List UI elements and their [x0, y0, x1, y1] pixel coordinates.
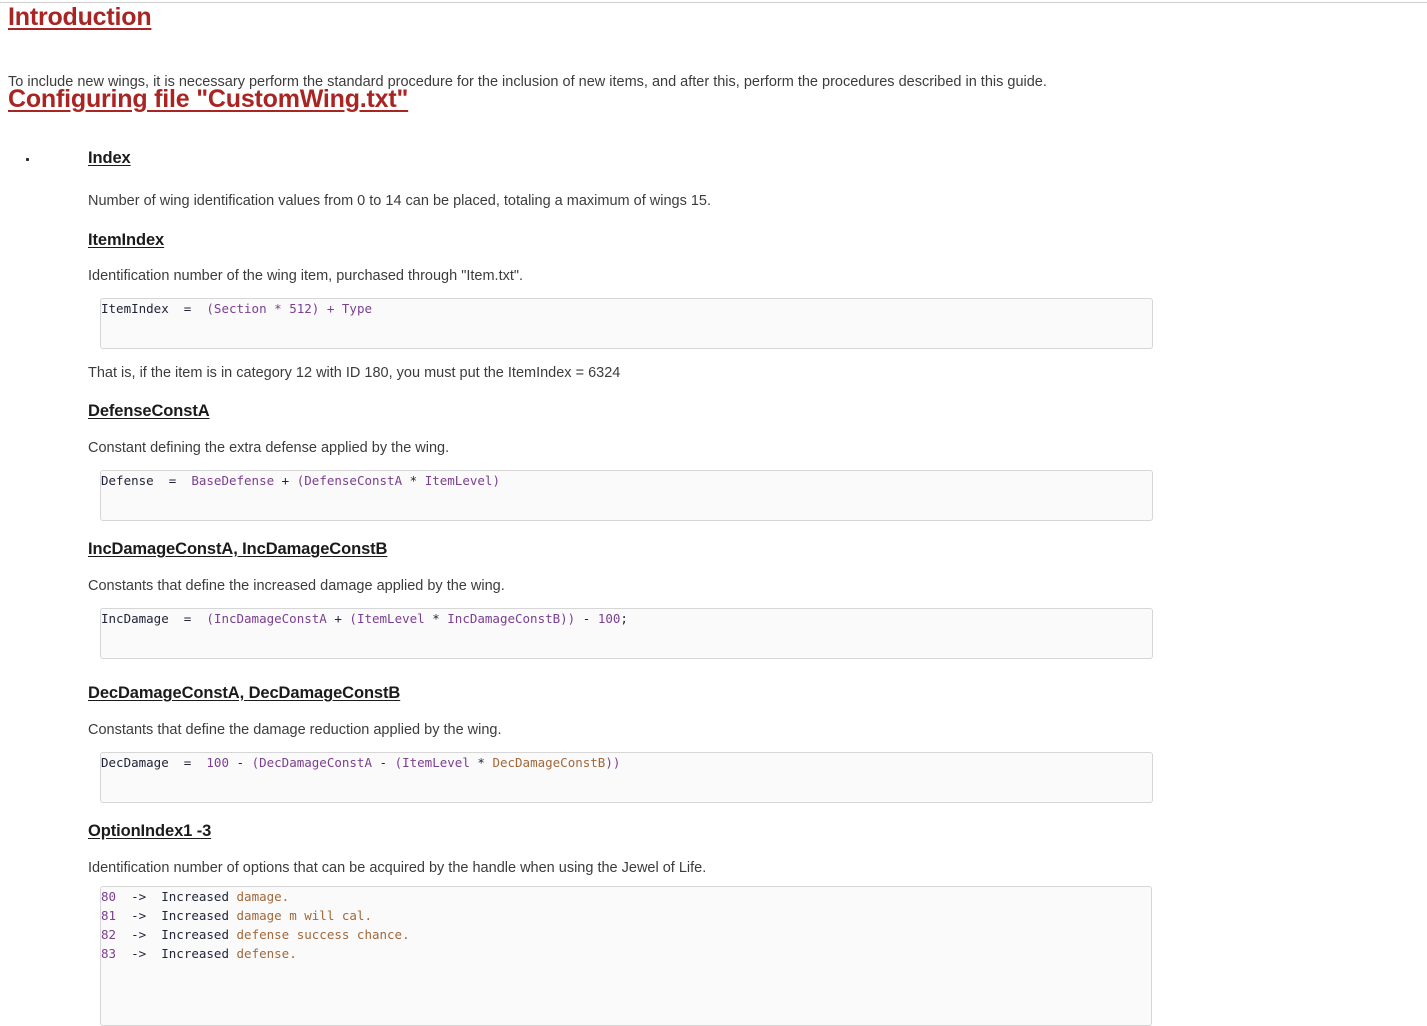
- option-rest-1: damage m will cal.: [236, 908, 372, 923]
- code-token-type: Type: [341, 301, 373, 316]
- code-token-plus: +: [334, 611, 342, 626]
- code-token-decdamageconsta: DecDamageConstA: [259, 755, 372, 770]
- code-token-close-parens: )): [560, 611, 576, 626]
- code-token-basedefense: BaseDefense: [191, 473, 275, 488]
- option-rest-2: defense success chance.: [236, 927, 410, 942]
- code-token-itemlevel: ItemLevel: [424, 473, 493, 488]
- code-token-incdamageconsta: IncDamageConstA: [213, 611, 327, 626]
- option-verb-0: Increased: [161, 889, 229, 904]
- code-token-multiply: *: [477, 755, 485, 770]
- code-token-number: 100: [597, 611, 621, 626]
- code-token-plus: +: [326, 301, 335, 316]
- section-description-index: Number of wing identification values fro…: [88, 193, 712, 209]
- code-token-section: Section: [213, 301, 267, 316]
- code-block-optionindex: 80 -> Increased damage. 81 -> Increased …: [100, 886, 1152, 1026]
- code-token-close-paren: ): [311, 301, 320, 316]
- option-arrow-2: ->: [131, 927, 147, 942]
- code-token-minus: -: [582, 611, 591, 626]
- code-token-lhs: DecDamage: [101, 755, 169, 770]
- option-rest-3: defense.: [236, 946, 297, 961]
- section-note-itemindex: That is, if the item is in category 12 w…: [88, 365, 621, 381]
- code-token-number: 512: [289, 301, 312, 316]
- option-arrow-1: ->: [131, 908, 147, 923]
- option-verb-3: Increased: [161, 946, 229, 961]
- code-token-open-paren-2: (: [349, 611, 357, 626]
- page-title-configuring-file: Configuring file "CustomWing.txt": [8, 85, 409, 113]
- section-description-itemindex: Identification number of the wing item, …: [88, 268, 524, 284]
- code-token-plus: +: [281, 473, 290, 488]
- code-token-open-paren-1: (: [206, 611, 214, 626]
- section-heading-index: Index: [88, 149, 131, 167]
- code-token-decdamageconstb: DecDamageConstB: [492, 755, 606, 770]
- option-arrow-3: ->: [131, 946, 147, 961]
- code-token-multiply: *: [409, 473, 418, 488]
- code-token-multiply: *: [274, 301, 282, 316]
- option-verb-2: Increased: [161, 927, 229, 942]
- page-title-introduction: Introduction: [8, 3, 152, 31]
- code-token-defenseconsta: DefenseConstA: [304, 473, 403, 488]
- document-page: Introduction To include new wings, it is…: [0, 0, 1427, 1026]
- section-heading-incdamage: IncDamageConstA, IncDamageConstB: [88, 540, 388, 558]
- option-arrow-0: ->: [131, 889, 147, 904]
- code-token-equals: =: [183, 611, 192, 626]
- code-token-equals: =: [183, 301, 192, 316]
- code-token-close-paren: ): [492, 473, 500, 488]
- option-code-1: 81: [101, 908, 117, 923]
- section-description-defenseconsta: Constant defining the extra defense appl…: [88, 440, 450, 456]
- code-token-itemlevel: ItemLevel: [402, 755, 470, 770]
- code-token-semicolon: ;: [620, 611, 628, 626]
- section-heading-decdamage: DecDamageConstA, DecDamageConstB: [88, 684, 401, 702]
- code-token-lhs: IncDamage: [101, 611, 169, 626]
- code-block-defense: Defense = BaseDefense + (DefenseConstA *…: [100, 470, 1153, 521]
- option-verb-1: Increased: [161, 908, 229, 923]
- top-divider: [0, 2, 1427, 3]
- code-block-decdamage: DecDamage = 100 - (DecDamageConstA - (It…: [100, 752, 1153, 803]
- code-token-open-paren: (: [206, 301, 214, 316]
- code-block-incdamage: IncDamage = (IncDamageConstA + (ItemLeve…: [100, 608, 1153, 659]
- option-rest-0: damage.: [236, 889, 290, 904]
- code-token-close-parens: )): [605, 755, 621, 770]
- code-token-lhs: ItemIndex: [101, 301, 169, 316]
- code-token-itemlevel: ItemLevel: [356, 611, 425, 626]
- code-block-itemindex: ItemIndex = (Section * 512) + Type: [100, 298, 1153, 349]
- option-code-2: 82: [101, 927, 117, 942]
- code-token-minus-1: -: [236, 755, 245, 770]
- code-token-number: 100: [206, 755, 229, 770]
- option-code-0: 80: [101, 889, 117, 904]
- section-description-optionindex: Identification number of options that ca…: [88, 860, 707, 876]
- section-heading-defenseconsta: DefenseConstA: [88, 402, 210, 420]
- section-description-incdamage: Constants that define the increased dama…: [88, 578, 505, 594]
- section-description-decdamage: Constants that define the damage reducti…: [88, 722, 502, 738]
- code-token-minus-2: -: [379, 755, 388, 770]
- code-token-open-paren-1: (: [251, 755, 260, 770]
- code-token-open-paren-2: (: [394, 755, 403, 770]
- code-token-lhs: Defense: [101, 473, 154, 488]
- code-token-equals: =: [168, 473, 177, 488]
- code-token-incdamageconstb: IncDamageConstB: [447, 611, 561, 626]
- section-heading-optionindex: OptionIndex1 -3: [88, 822, 212, 840]
- code-token-multiply: *: [432, 611, 440, 626]
- code-token-equals: =: [183, 755, 192, 770]
- option-code-3: 83: [101, 946, 117, 961]
- section-heading-itemindex: ItemIndex: [88, 231, 165, 249]
